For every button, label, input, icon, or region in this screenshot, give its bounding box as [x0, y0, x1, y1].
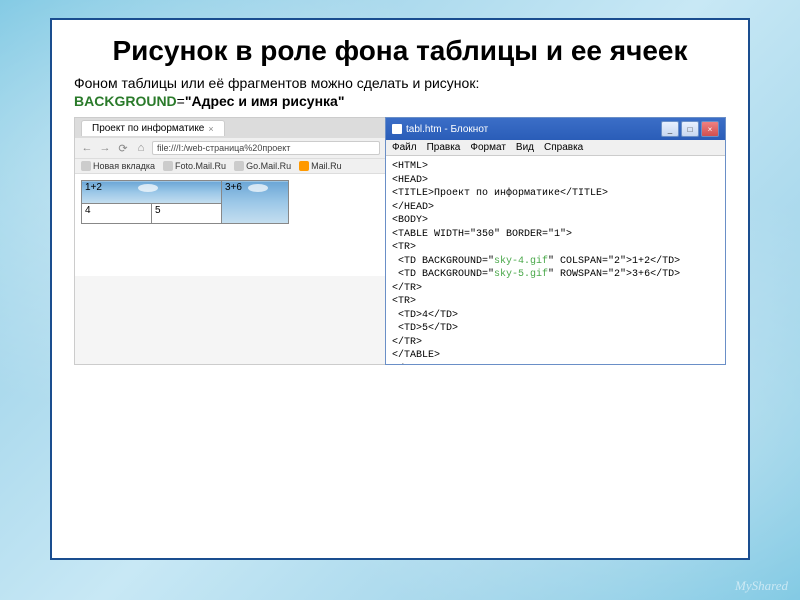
browser-tab[interactable]: Проект по информатике × [81, 120, 225, 136]
window-buttons: _ □ × [661, 121, 719, 137]
demo-table: 1+2 3+6 4 5 [81, 180, 289, 224]
menu-file[interactable]: Файл [392, 142, 417, 153]
back-button[interactable]: ← [80, 141, 94, 155]
table-cell-36: 3+6 [222, 181, 289, 224]
close-button[interactable]: × [701, 121, 719, 137]
syntax-value: "Адрес и имя рисунка" [185, 93, 345, 109]
url-bar[interactable]: file:///I:/web-страница%20проект [152, 141, 380, 155]
notepad-icon [392, 124, 402, 134]
bookmarks-bar: Новая вкладка Foto.Mail.Ru Go.Mail.Ru Ma… [75, 159, 385, 174]
mail-icon [299, 161, 309, 171]
bookmark-item[interactable]: Foto.Mail.Ru [163, 161, 226, 171]
table-cell-12: 1+2 [82, 181, 222, 204]
reload-button[interactable]: ⟳ [116, 141, 130, 155]
page-icon [81, 161, 91, 171]
url-text: file:///I:/web-страница%20проект [157, 143, 290, 153]
table-cell-4: 4 [82, 203, 152, 223]
browser-toolbar: ← → ⟳ ⌂ file:///I:/web-страница%20проект [75, 138, 385, 159]
slide-title: Рисунок в роле фона таблицы и ее ячеек [74, 36, 726, 65]
page-icon [163, 161, 173, 171]
minimize-button[interactable]: _ [661, 121, 679, 137]
keyword: BACKGROUND [74, 93, 177, 109]
panels: Проект по информатике × ← → ⟳ ⌂ file:///… [74, 117, 726, 365]
notepad-menu: Файл Правка Формат Вид Справка [386, 140, 725, 156]
bookmark-item[interactable]: Go.Mail.Ru [234, 161, 291, 171]
close-icon[interactable]: × [208, 124, 213, 134]
intro-text: Фоном таблицы или её фрагментов можно сд… [74, 75, 726, 91]
table-cell-5: 5 [152, 203, 222, 223]
page-icon [234, 161, 244, 171]
browser-window: Проект по информатике × ← → ⟳ ⌂ file:///… [74, 117, 386, 365]
tab-bar: Проект по информатике × [75, 118, 385, 138]
notepad-titlebar: tabl.htm - Блокнот _ □ × [386, 118, 725, 140]
watermark: MyShared [735, 578, 788, 594]
menu-format[interactable]: Формат [470, 142, 506, 153]
bookmark-item[interactable]: Новая вкладка [81, 161, 155, 171]
page-content: 1+2 3+6 4 5 [75, 174, 385, 276]
menu-edit[interactable]: Правка [427, 142, 461, 153]
notepad-body[interactable]: <HTML> <HEAD> <TITLE>Проект по информати… [386, 156, 725, 364]
slide-frame: Рисунок в роле фона таблицы и ее ячеек Ф… [50, 18, 750, 560]
forward-button[interactable]: → [98, 141, 112, 155]
syntax-line: BACKGROUND="Адрес и имя рисунка" [74, 93, 726, 109]
bookmark-item[interactable]: Mail.Ru [299, 161, 342, 171]
menu-view[interactable]: Вид [516, 142, 534, 153]
notepad-window: tabl.htm - Блокнот _ □ × Файл Правка Фор… [385, 117, 726, 365]
tab-title: Проект по информатике [92, 123, 204, 134]
menu-help[interactable]: Справка [544, 142, 583, 153]
notepad-title: tabl.htm - Блокнот [406, 124, 488, 135]
home-button[interactable]: ⌂ [134, 141, 148, 155]
maximize-button[interactable]: □ [681, 121, 699, 137]
